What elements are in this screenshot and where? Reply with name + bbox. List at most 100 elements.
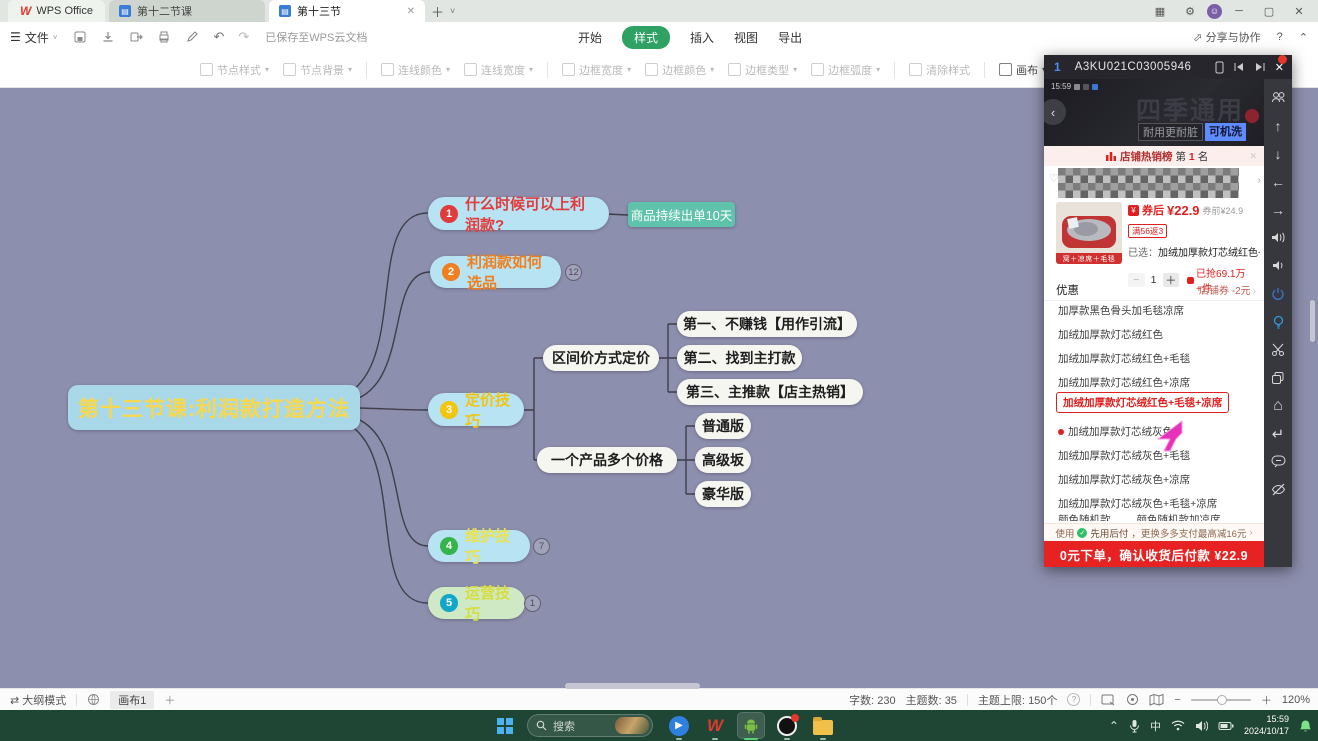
product-thumbnail[interactable]: 窝＋凉席＋毛毯 — [1056, 202, 1122, 264]
chevron-right-icon[interactable]: › — [1258, 175, 1261, 186]
node-label: 第二、找到主打款 — [684, 348, 796, 368]
power-icon[interactable] — [1271, 285, 1285, 302]
branch-label: 什么时候可以上利润款? — [465, 193, 597, 235]
branch-number-badge: 3 — [440, 401, 458, 419]
mindmap-b3-child-multiprice[interactable]: 一个产品多个价格 — [537, 447, 677, 473]
mindmap-branch-2[interactable]: 2 利润款如何选品 — [430, 256, 561, 288]
previous-device-icon[interactable] — [1233, 62, 1245, 72]
video-tags: 耐用更耐脏 可机洗 — [1138, 123, 1246, 141]
arrow-up-icon[interactable]: ↑ — [1275, 117, 1282, 134]
mindmap-version-advanced[interactable]: 高级坂 — [695, 447, 751, 473]
selected-value: 加绒加厚款灯芯绒红色+毛毯… — [1158, 248, 1260, 259]
phone-screen[interactable]: 15:59 ‹ 四季通用 耐用更耐脏 可机洗 店铺热销榜 第 1 名 ✕ ♡ › — [1044, 79, 1264, 567]
copy-screenshot-icon[interactable] — [1271, 369, 1285, 386]
coupon-badge: 满56返3 — [1128, 224, 1167, 238]
mindmap-b1-child[interactable]: 商品持续出单10天 — [628, 202, 735, 227]
pay-later-icon: ✓ — [1077, 528, 1087, 538]
branch-label: 定价技巧 — [465, 389, 512, 431]
home-icon[interactable]: ⌂ — [1273, 397, 1283, 414]
collapsed-count-badge[interactable]: 12 — [565, 264, 582, 281]
phone-close-icon[interactable]: ✕ — [1275, 61, 1284, 74]
sku-options-clipped-row[interactable]: 颜色随机款颜色随机款加凉席 — [1058, 512, 1258, 521]
collapsed-count-badge[interactable]: 1 — [524, 595, 541, 612]
mindmap-b3-item-3[interactable]: 第三、主推款【店主热销】 — [677, 379, 863, 405]
ranking-bars-icon — [1106, 151, 1116, 161]
promo-header-row[interactable]: 优惠 店铺券 -2元› — [1044, 279, 1264, 301]
footer-prefix: 使用 — [1055, 526, 1074, 540]
arrow-left-icon[interactable]: ← — [1271, 173, 1285, 190]
notification-dot — [1278, 55, 1287, 64]
price-value: ¥22.9 — [1167, 203, 1200, 218]
hot-sale-banner[interactable]: 店铺热销榜 第 1 名 ✕ — [1044, 146, 1264, 166]
rank-suffix: 名 — [1198, 151, 1209, 163]
product-video-area[interactable]: 15:59 ‹ 四季通用 耐用更耐脏 可机洗 — [1044, 79, 1264, 146]
branch-label: 维护技巧 — [465, 525, 518, 567]
tag-washable: 可机洗 — [1205, 123, 1246, 141]
sku-option-selected[interactable]: 加绒加厚款灯芯绒红色+毛毯+凉席 — [1056, 392, 1229, 413]
mirror-control-sidebar: ↑ ↓ ← → ⌂ ↵ — [1264, 79, 1292, 567]
canvas-vertical-scrollbar[interactable] — [1310, 300, 1315, 342]
collapsed-count-badge[interactable]: 7 — [533, 538, 550, 555]
branch-number-badge: 4 — [440, 537, 458, 555]
sku-option[interactable]: 加绒加厚款灯芯绒灰色+毛毯+凉席 — [1058, 496, 1217, 511]
mindmap-version-deluxe[interactable]: 豪华版 — [695, 481, 751, 507]
chevron-right-icon: › — [1249, 527, 1252, 538]
selected-sku-row: 已选：加绒加厚款灯芯绒红色+毛毯… — [1128, 244, 1260, 259]
buy-now-button[interactable]: 0元下单，确认收货后付款 ¥22.9 — [1044, 541, 1264, 567]
arrow-down-icon[interactable]: ↓ — [1275, 145, 1282, 162]
status-icon — [1083, 84, 1089, 90]
arrow-right-icon[interactable]: → — [1271, 201, 1285, 218]
original-price: 券前¥24.9 — [1203, 204, 1244, 217]
mindmap-version-basic[interactable]: 普通版 — [695, 413, 751, 439]
coupon-price-icon: ¥ — [1128, 205, 1139, 216]
next-device-icon[interactable] — [1254, 62, 1266, 72]
shop-coupon: 店铺券 -2元 — [1199, 286, 1251, 297]
back-arrow-icon[interactable]: ‹ — [1044, 99, 1066, 125]
message-icon[interactable] — [1271, 453, 1286, 470]
pay-later-footer[interactable]: 使用 ✓ 先用后付 ，更换多多支付最高减16元 › — [1044, 523, 1264, 541]
mindmap-branch-1[interactable]: 1 什么时候可以上利润款? — [428, 197, 609, 230]
rank-number: 1 — [1189, 151, 1195, 163]
sku-option[interactable]: 加绒加厚款灯芯绒红色+凉席 — [1058, 375, 1190, 390]
mindmap-branch-5[interactable]: 5 运营技巧 — [428, 587, 525, 619]
node-label: 高级坂 — [702, 450, 744, 470]
banner-close-icon[interactable]: ✕ — [1249, 151, 1257, 162]
volume-up-icon[interactable] — [1271, 229, 1286, 246]
phone-title-bar[interactable]: 1 A3KU021C03005946 ✕ — [1044, 55, 1292, 79]
scissors-icon[interactable] — [1271, 341, 1285, 358]
price-label: 券后 — [1142, 202, 1164, 218]
sku-option[interactable]: 加绒加厚款灯芯绒红色+毛毯 — [1058, 351, 1190, 366]
mindmap-branch-4[interactable]: 4 维护技巧 — [428, 530, 530, 562]
phone-clock: 15:59 — [1051, 82, 1071, 91]
canvas-horizontal-scrollbar[interactable] — [565, 683, 700, 689]
sku-option[interactable]: 加绒加厚款灯芯绒红色 — [1058, 327, 1163, 342]
mindmap-b3-item-1[interactable]: 第一、不赚钱【用作引流】 — [677, 311, 857, 337]
mindmap-branch-3[interactable]: 3 定价技巧 — [428, 393, 524, 426]
root-label: 第十三节课:利润款打造方法 — [78, 393, 350, 423]
sku-option[interactable]: 加厚款黑色骨头加毛毯凉席 — [1058, 303, 1184, 318]
censored-product-title — [1058, 168, 1239, 198]
back-return-icon[interactable]: ↵ — [1272, 425, 1285, 442]
settings-blue-icon — [1092, 84, 1098, 90]
branch-number-badge: 1 — [440, 205, 458, 223]
image-label: 窝＋凉席＋毛毯 — [1056, 253, 1122, 264]
group-control-icon[interactable] — [1271, 89, 1286, 106]
sku-option[interactable]: 加绒加厚款灯芯绒灰色+凉席 — [1058, 472, 1190, 487]
selected-label: 已选： — [1128, 248, 1158, 259]
tag-durable: 耐用更耐脏 — [1138, 123, 1203, 141]
node-label: 普通版 — [702, 416, 744, 436]
volume-down-icon[interactable] — [1272, 257, 1285, 274]
screen-light-bulb-icon[interactable] — [1272, 313, 1285, 330]
node-label: 一个产品多个价格 — [551, 450, 663, 470]
footer-suffix: ，更换多多支付最高减16元 — [1131, 526, 1246, 540]
mindmap-root-node[interactable]: 第十三节课:利润款打造方法 — [68, 385, 360, 430]
recording-cursor-pointer — [1154, 419, 1188, 453]
hide-screen-eye-off-icon[interactable] — [1271, 481, 1286, 498]
promo-title: 优惠 — [1056, 282, 1079, 298]
device-index: 1 — [1054, 60, 1061, 74]
price-row: ¥ 券后 ¥22.9 券前¥24.9 — [1128, 202, 1260, 218]
mindmap-b3-child-pricing[interactable]: 区间价方式定价 — [543, 345, 659, 371]
mindmap-b3-item-2[interactable]: 第二、找到主打款 — [677, 345, 802, 371]
rank-prefix: 第 — [1176, 151, 1187, 163]
phone-status-bar: 15:59 — [1051, 82, 1098, 91]
